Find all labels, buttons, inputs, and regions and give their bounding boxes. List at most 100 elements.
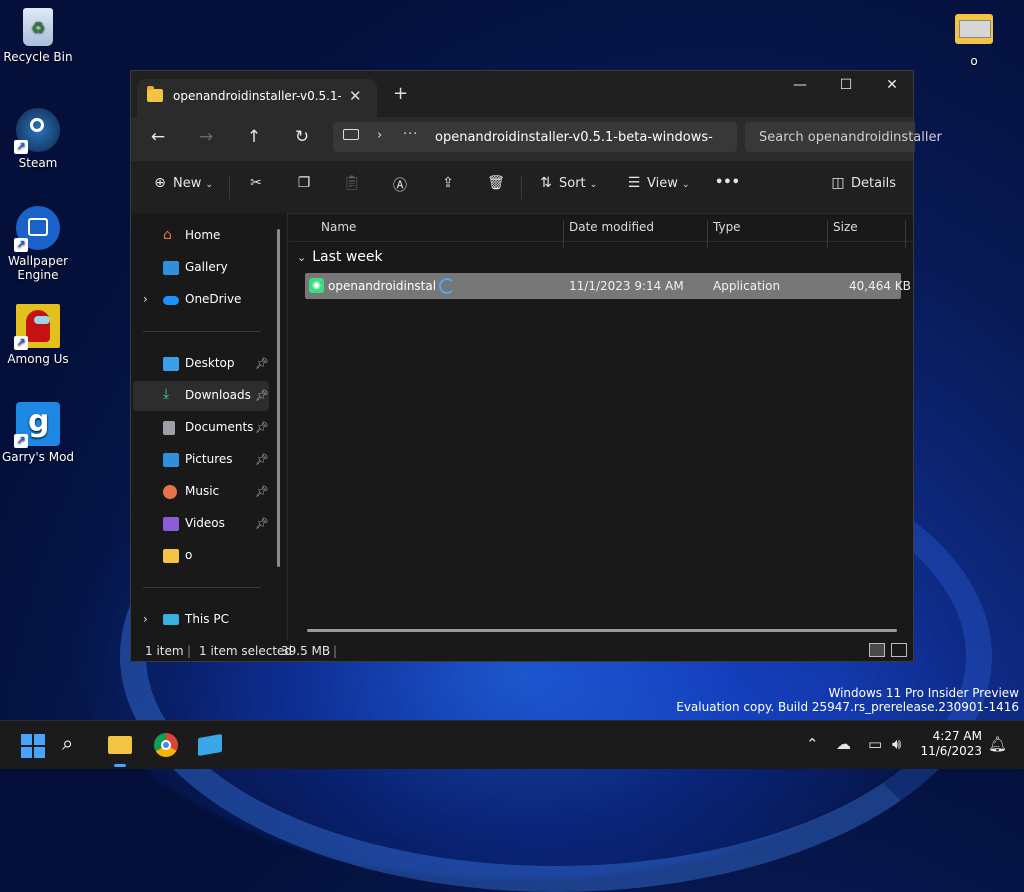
sidebar-item-gallery[interactable]: Gallery bbox=[133, 253, 269, 283]
search-input[interactable]: Search openandroidinstaller bbox=[745, 122, 942, 152]
divider[interactable] bbox=[827, 220, 828, 248]
pin-icon[interactable]: 📌︎ bbox=[255, 357, 269, 370]
desktop-icon-folder-o[interactable]: o bbox=[936, 10, 1012, 68]
clock[interactable]: 4:27 AM 11/6/2023 bbox=[920, 729, 982, 759]
chrome-icon[interactable] bbox=[151, 730, 181, 760]
column-type[interactable]: Type bbox=[713, 220, 741, 234]
sidebar-item-pictures[interactable]: Pictures 📌︎ bbox=[133, 445, 269, 475]
paste-button[interactable]: 📋︎ bbox=[343, 175, 365, 191]
divider[interactable] bbox=[707, 220, 708, 248]
desktop-icon bbox=[163, 357, 179, 371]
column-date-modified[interactable]: Date modified bbox=[569, 220, 654, 234]
horizontal-scrollbar[interactable] bbox=[307, 629, 897, 632]
pin-icon[interactable]: 📌︎ bbox=[255, 453, 269, 466]
group-header[interactable]: ⌄ Last week bbox=[297, 249, 383, 265]
app-box-icon[interactable] bbox=[195, 730, 225, 760]
more-path-icon[interactable]: ··· bbox=[403, 127, 418, 142]
close-tab-button[interactable]: ✕ bbox=[349, 87, 362, 105]
document-icon bbox=[163, 421, 175, 435]
sidebar-item-folder-o[interactable]: o bbox=[133, 541, 269, 571]
file-date: 11/1/2023 9:14 AM bbox=[569, 279, 684, 293]
bell-icon[interactable]: 🔔︎ bbox=[988, 735, 1007, 753]
start-button[interactable] bbox=[17, 730, 47, 760]
sidebar-scrollbar[interactable] bbox=[277, 229, 280, 567]
chevron-right-icon[interactable]: › bbox=[143, 612, 148, 626]
selection-count: 1 item selected bbox=[199, 644, 293, 658]
cloud-off-icon[interactable]: ☁ bbox=[836, 735, 851, 753]
column-size[interactable]: Size bbox=[833, 220, 858, 234]
pin-icon[interactable]: 📌︎ bbox=[255, 421, 269, 434]
sidebar-item-videos[interactable]: Videos 📌︎ bbox=[133, 509, 269, 539]
folder-icon bbox=[955, 14, 993, 44]
pictures-icon bbox=[163, 453, 179, 467]
desktop-icon-recycle-bin[interactable]: ♻ Recycle Bin bbox=[0, 8, 76, 64]
divider[interactable] bbox=[905, 220, 906, 248]
sidebar-item-music[interactable]: Music 📌︎ bbox=[133, 477, 269, 507]
search-icon[interactable]: ⌕ bbox=[62, 731, 92, 761]
table-row[interactable]: ◉ openandroidinstaller 11/1/2023 9:14 AM… bbox=[305, 273, 911, 299]
steam-icon: ↗ bbox=[14, 108, 60, 154]
back-button[interactable]: ← bbox=[143, 127, 173, 147]
folder-icon bbox=[163, 549, 179, 563]
new-button[interactable]: ⊕ New ⌄ bbox=[151, 175, 213, 191]
sidebar-item-onedrive[interactable]: › OneDrive bbox=[133, 285, 269, 315]
details-view-button[interactable] bbox=[869, 643, 885, 657]
network-icon[interactable]: ▭ bbox=[868, 735, 882, 753]
divider bbox=[229, 175, 230, 199]
garrys-mod-icon: g ↗ bbox=[14, 402, 60, 448]
chevron-right-icon[interactable]: › bbox=[143, 292, 148, 306]
tab-title: openandroidinstaller-v0.5.1-beta-windows bbox=[173, 89, 341, 103]
copy-button[interactable]: ❐ bbox=[295, 175, 317, 191]
sidebar-item-documents[interactable]: Documents 📌︎ bbox=[133, 413, 269, 443]
videos-icon bbox=[163, 517, 179, 531]
wallpaper-engine-icon: ↗ bbox=[14, 206, 60, 252]
sidebar-item-downloads[interactable]: ⤓ Downloads 📌︎ bbox=[133, 381, 269, 411]
desktop-icon-among-us[interactable]: ↗ Among Us bbox=[0, 304, 76, 366]
view-button[interactable]: ☰ View ⌄ bbox=[625, 175, 690, 191]
divider bbox=[521, 175, 522, 199]
gallery-icon bbox=[163, 261, 179, 275]
forward-button[interactable]: → bbox=[191, 127, 221, 147]
divider bbox=[143, 331, 261, 332]
tab-current[interactable]: openandroidinstaller-v0.5.1-beta-windows… bbox=[137, 79, 377, 117]
details-button[interactable]: ◫ Details bbox=[829, 175, 896, 191]
column-name[interactable]: Name bbox=[321, 220, 356, 234]
pin-icon[interactable]: 📌︎ bbox=[255, 517, 269, 530]
address-bar[interactable]: › ··· openandroidinstaller-v0.5.1-beta-w… bbox=[333, 122, 737, 152]
view-list-icon: ☰ bbox=[627, 175, 641, 191]
more-options-button[interactable]: ••• bbox=[715, 175, 740, 190]
file-explorer-taskbar-button[interactable] bbox=[105, 730, 135, 767]
share-button[interactable]: ⇪ bbox=[439, 175, 461, 191]
up-button[interactable]: ↑ bbox=[239, 127, 269, 147]
delete-button[interactable]: 🗑︎ bbox=[487, 175, 509, 191]
new-tab-button[interactable]: + bbox=[393, 83, 408, 104]
music-icon bbox=[163, 485, 177, 499]
chevron-up-icon[interactable]: ⌃ bbox=[806, 735, 819, 753]
sidebar-item-desktop[interactable]: Desktop 📌︎ bbox=[133, 349, 269, 379]
tiles-view-button[interactable] bbox=[891, 643, 907, 657]
maximize-button[interactable]: ☐ bbox=[823, 77, 869, 93]
desktop-icon-steam[interactable]: ↗ Steam bbox=[0, 108, 76, 170]
desktop-icon-garrys-mod[interactable]: g ↗ Garry's Mod bbox=[0, 402, 76, 464]
cut-button[interactable]: ✂ bbox=[247, 175, 269, 191]
sidebar-item-this-pc[interactable]: › This PC bbox=[133, 605, 269, 635]
selection-size: 39.5 MB bbox=[281, 644, 331, 658]
close-window-button[interactable]: ✕ bbox=[869, 77, 915, 93]
clipboard-icon: 📋︎ bbox=[343, 175, 361, 191]
desktop-icon-wallpaper-engine[interactable]: ↗ Wallpaper Engine bbox=[0, 206, 76, 282]
chevron-right-icon[interactable]: › bbox=[377, 128, 382, 143]
share-icon: ⇪ bbox=[442, 175, 454, 191]
divider[interactable] bbox=[563, 220, 564, 248]
pin-icon[interactable]: 📌︎ bbox=[255, 389, 269, 402]
pin-icon[interactable]: 📌︎ bbox=[255, 485, 269, 498]
volume-icon[interactable]: 🔊︎ bbox=[892, 735, 901, 753]
home-icon: ⌂ bbox=[163, 227, 172, 243]
cloud-icon bbox=[163, 296, 179, 305]
title-bar: openandroidinstaller-v0.5.1-beta-windows… bbox=[131, 71, 913, 117]
sort-button[interactable]: ⇅ Sort ⌄ bbox=[537, 175, 597, 191]
rename-button[interactable]: Ⓐ bbox=[391, 175, 413, 195]
refresh-button[interactable]: ↻ bbox=[287, 127, 317, 147]
minimize-button[interactable]: — bbox=[777, 77, 823, 93]
taskbar: ⌕ ⌃ ☁ ▭ 🔊︎ 4:27 AM 11/6/2023 🔔︎ bbox=[0, 720, 1024, 769]
sidebar-item-home[interactable]: ⌂ Home bbox=[133, 221, 269, 251]
